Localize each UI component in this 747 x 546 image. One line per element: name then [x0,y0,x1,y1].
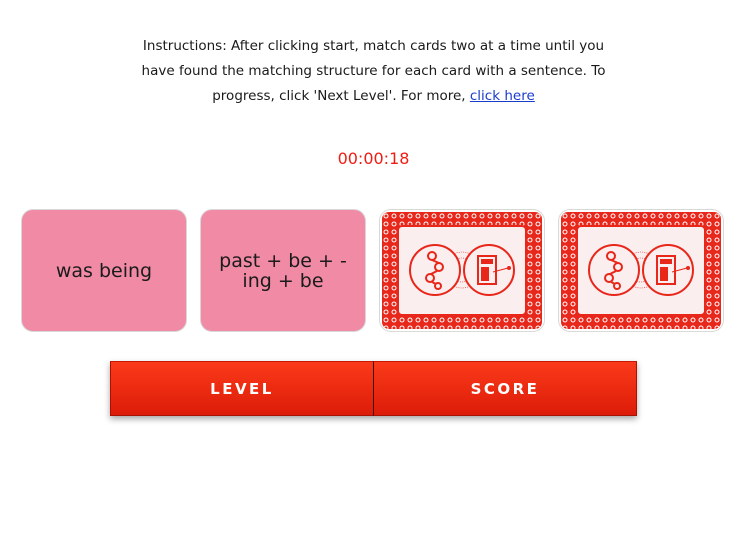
card-4[interactable] [558,209,724,332]
card-back-logo-icon [561,212,721,329]
card-back-logo-icon [382,212,542,329]
game-controls: LEVEL SCORE [110,361,637,416]
instructions-text: Instructions: After clicking start, matc… [130,34,617,109]
game-timer: 00:00:18 [337,149,410,168]
score-button[interactable]: SCORE [374,361,637,416]
level-button[interactable]: LEVEL [110,361,374,416]
card-3[interactable] [379,209,545,332]
card-1-text: was being [55,259,153,282]
card-1[interactable]: was being [21,209,187,332]
card-2[interactable]: past + be + -ing + be [200,209,366,332]
click-here-link[interactable]: click here [470,88,535,104]
card-2-text: past + be + -ing + be [219,249,347,292]
instructions-body: Instructions: After clicking start, matc… [141,38,606,104]
